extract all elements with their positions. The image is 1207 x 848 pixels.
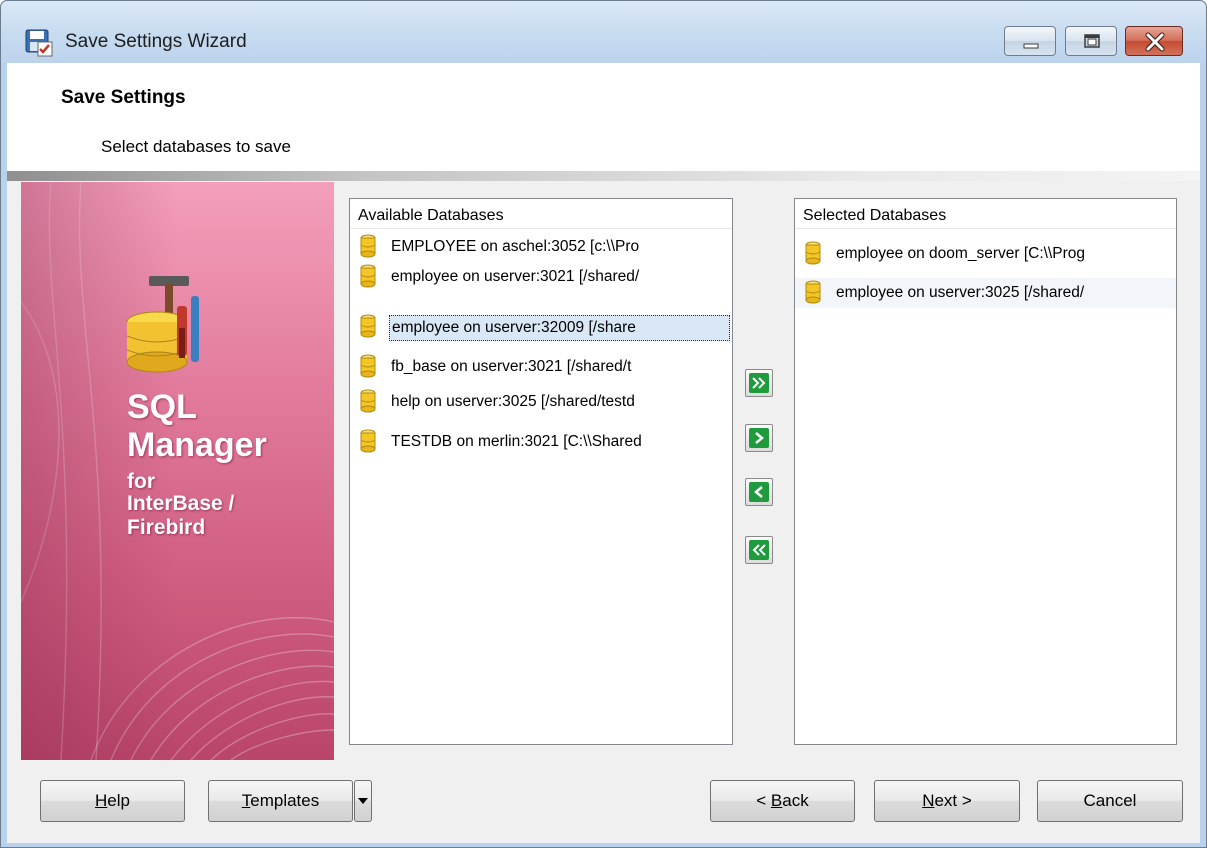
database-label: employee on userver:3021 [/shared/ xyxy=(391,268,640,285)
add-one-button[interactable] xyxy=(745,424,773,452)
maximize-button[interactable] xyxy=(1065,26,1117,56)
list-item[interactable]: employee on doom_server [C:\\Prog xyxy=(795,239,1176,269)
next-button[interactable]: Next > xyxy=(874,780,1020,822)
remove-one-button[interactable] xyxy=(745,478,773,506)
database-label: employee on userver:3025 [/shared/ xyxy=(836,284,1085,301)
save-settings-icon xyxy=(25,29,53,57)
database-label: EMPLOYEE on aschel:3052 [c:\\Pro xyxy=(391,238,640,255)
cancel-button[interactable]: Cancel xyxy=(1037,780,1183,822)
database-label: employee on userver:32009 [/share xyxy=(389,315,730,341)
banner-line-manager: Manager xyxy=(127,426,267,464)
double-right-arrow-icon xyxy=(749,373,769,393)
database-label: help on userver:3025 [/shared/testd xyxy=(391,393,635,410)
database-icon xyxy=(360,429,376,453)
database-label: TESTDB on merlin:3021 [C:\\Shared xyxy=(391,433,642,450)
right-arrow-icon xyxy=(749,428,769,448)
database-label: employee on doom_server [C:\\Prog xyxy=(836,245,1085,262)
help-accel: H xyxy=(95,791,108,810)
banner-line-for: for xyxy=(127,470,155,493)
list-item[interactable]: TESTDB on merlin:3021 [C:\\Shared xyxy=(350,427,732,457)
list-item[interactable]: help on userver:3025 [/shared/testd xyxy=(350,387,732,417)
database-icon xyxy=(360,264,376,288)
remove-all-button[interactable] xyxy=(745,536,773,564)
selected-databases-list[interactable]: Selected Databases employee on doom_serv… xyxy=(794,198,1177,745)
list-item[interactable]: employee on userver:3025 [/shared/ xyxy=(795,278,1176,308)
list-item-focused[interactable]: employee on userver:32009 [/share xyxy=(350,312,732,342)
available-databases-list[interactable]: Available Databases EMPLOYEE on aschel:3… xyxy=(349,198,733,745)
list-item[interactable]: EMPLOYEE on aschel:3052 [c:\\Pro xyxy=(350,232,732,262)
templates-accel: T xyxy=(241,791,251,810)
database-label: fb_base on userver:3021 [/shared/t xyxy=(391,358,632,375)
help-button[interactable]: Help xyxy=(40,780,185,822)
database-icon xyxy=(805,280,821,304)
back-label: ack xyxy=(782,791,809,810)
header-divider xyxy=(7,171,1200,181)
next-accel: N xyxy=(922,791,935,810)
database-icon xyxy=(360,314,376,338)
add-all-button[interactable] xyxy=(745,369,773,397)
list-item[interactable]: employee on userver:3021 [/shared/ xyxy=(350,262,732,292)
product-banner: SQL Manager for InterBase / Firebird xyxy=(21,182,334,760)
banner-line-sql: SQL xyxy=(127,388,197,426)
templates-dropdown-button[interactable] xyxy=(354,780,372,822)
next-label: ext > xyxy=(934,791,972,810)
back-prefix: < xyxy=(756,791,771,810)
wizard-window: Save Settings Wizard Save Settings Selec… xyxy=(0,0,1207,848)
banner-line-firebird: Firebird xyxy=(127,516,206,539)
left-arrow-icon xyxy=(749,482,769,502)
sql-manager-logo-icon xyxy=(126,276,199,373)
banner-line-interbase: InterBase / xyxy=(127,492,235,515)
close-icon xyxy=(1145,32,1165,52)
database-icon xyxy=(360,389,376,413)
wizard-footer xyxy=(7,761,1200,843)
cancel-label: Cancel xyxy=(1083,791,1137,810)
database-icon xyxy=(360,234,376,258)
double-left-arrow-icon xyxy=(749,540,769,560)
step-subtitle: Select databases to save xyxy=(101,137,291,156)
database-icon xyxy=(360,354,376,378)
dropdown-arrow-icon xyxy=(358,798,368,804)
step-title: Save Settings xyxy=(61,87,186,108)
close-button[interactable] xyxy=(1125,26,1183,56)
back-button[interactable]: < Back xyxy=(710,780,855,822)
templates-label: emplates xyxy=(250,791,320,810)
back-accel: B xyxy=(770,791,783,810)
help-label: elp xyxy=(107,791,130,810)
minimize-icon xyxy=(1023,43,1039,49)
maximize-icon xyxy=(1084,34,1100,48)
minimize-button[interactable] xyxy=(1004,26,1056,56)
wizard-header: Save Settings Select databases to save xyxy=(7,63,1200,171)
title-bar[interactable]: Save Settings Wizard xyxy=(1,1,1206,63)
database-icon xyxy=(805,241,821,265)
selected-databases-header: Selected Databases xyxy=(795,199,1176,229)
templates-button[interactable]: Templates xyxy=(208,780,353,822)
available-databases-header: Available Databases xyxy=(350,199,732,229)
window-title: Save Settings Wizard xyxy=(65,31,247,52)
list-item[interactable]: fb_base on userver:3021 [/shared/t xyxy=(350,352,732,382)
